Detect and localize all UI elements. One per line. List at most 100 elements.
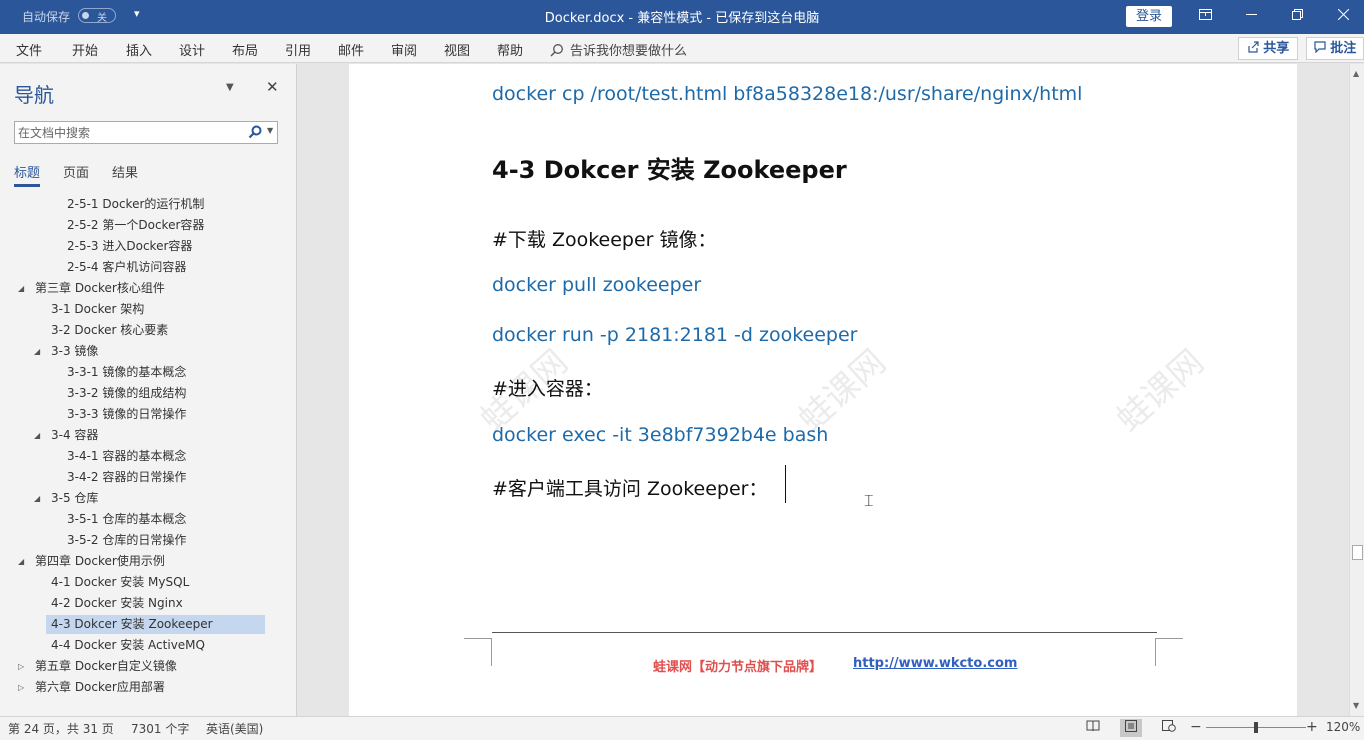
tab-view[interactable]: 视图 (444, 40, 470, 59)
collapse-triangle-icon[interactable]: ◢ (18, 552, 24, 571)
scrollbar-thumb[interactable] (1352, 545, 1363, 560)
zoom-level[interactable]: 120% (1326, 720, 1360, 734)
search-icon[interactable] (248, 125, 262, 142)
word-count[interactable]: 7301 个字 (131, 720, 189, 737)
command-docker-cp[interactable]: docker cp /root/test.html bf8a58328e18:/… (492, 83, 1082, 105)
nav-heading-item[interactable]: 3-3-1 镜像的基本概念 (67, 363, 186, 382)
nav-heading-label: 2-5-3 进入Docker容器 (67, 239, 193, 253)
nav-heading-item[interactable]: 2-5-2 第一个Docker容器 (67, 216, 204, 235)
footer-margin-mark-right (1155, 638, 1183, 666)
nav-heading-label: 3-3-2 镜像的组成结构 (67, 386, 187, 400)
nav-heading-item[interactable]: 第三章 Docker核心组件 (35, 279, 165, 298)
nav-heading-label: 3-1 Docker 架构 (51, 302, 145, 316)
document-page[interactable]: docker cp /root/test.html bf8a58328e18:/… (349, 64, 1297, 716)
nav-heading-item[interactable]: 4-2 Docker 安装 Nginx (51, 594, 183, 613)
nav-heading-label: 2-5-4 客户机访问容器 (67, 260, 187, 274)
tell-me-box[interactable]: 告诉我你想要做什么 (550, 40, 687, 59)
ibeam-cursor-icon: ⌶ (864, 491, 874, 510)
read-mode-icon[interactable] (1082, 719, 1104, 737)
nav-heading-label: 3-5-1 仓库的基本概念 (67, 512, 187, 526)
nav-heading-item[interactable]: 3-3-2 镜像的组成结构 (67, 384, 186, 403)
tab-help[interactable]: 帮助 (497, 40, 523, 59)
minimize-icon[interactable] (1228, 0, 1274, 32)
ribbon-tab-bar: 文件 开始 插入 设计 布局 引用 邮件 审阅 视图 帮助 告诉我你想要做什么 … (0, 34, 1364, 63)
active-tab-indicator (14, 184, 40, 187)
command-docker-pull[interactable]: docker pull zookeeper (492, 274, 701, 296)
footer-link[interactable]: http://www.wkcto.com (853, 656, 1017, 671)
nav-heading-item[interactable]: 3-5 仓库 (51, 489, 98, 508)
nav-heading-item[interactable]: 4-4 Docker 安装 ActiveMQ (51, 636, 205, 655)
tab-layout[interactable]: 布局 (232, 40, 258, 59)
section-heading[interactable]: 4-3 Dokcer 安装 Zookeeper (492, 150, 847, 185)
scroll-down-icon[interactable]: ▼ (1353, 701, 1359, 710)
nav-heading-item[interactable]: 3-4 容器 (51, 426, 98, 445)
nav-tab-headings[interactable]: 标题 (14, 162, 40, 181)
zoom-slider-thumb[interactable] (1254, 722, 1258, 733)
nav-heading-item[interactable]: 2-5-1 Docker的运行机制 (67, 195, 204, 214)
collapse-triangle-icon[interactable]: ◢ (34, 342, 40, 361)
nav-search-input[interactable] (15, 122, 235, 143)
tab-file[interactable]: 文件 (16, 40, 42, 59)
collapse-triangle-icon[interactable]: ◢ (18, 279, 24, 298)
nav-heading-item[interactable]: 3-3-3 镜像的日常操作 (67, 405, 186, 424)
tab-mailings[interactable]: 邮件 (338, 40, 364, 59)
nav-heading-label: 第五章 Docker自定义镜像 (35, 659, 177, 673)
nav-heading-item[interactable]: 第四章 Docker使用示例 (35, 552, 165, 571)
nav-heading-label: 4-2 Docker 安装 Nginx (51, 596, 183, 610)
language-indicator[interactable]: 英语(美国) (206, 720, 263, 737)
web-layout-icon[interactable] (1158, 719, 1180, 737)
search-options-chevron-down-icon[interactable]: ▼ (267, 126, 273, 135)
nav-heading-item[interactable]: 4-1 Docker 安装 MySQL (51, 573, 189, 592)
share-button[interactable]: 共享 (1238, 37, 1298, 60)
nav-heading-label: 2-5-1 Docker的运行机制 (67, 197, 205, 211)
tab-insert[interactable]: 插入 (126, 40, 152, 59)
note-client-access[interactable]: #客户端工具访问 Zookeeper： (492, 474, 768, 501)
tell-me-text: 告诉我你想要做什么 (570, 44, 688, 59)
nav-heading-item[interactable]: 3-4-1 容器的基本概念 (67, 447, 186, 466)
tab-references[interactable]: 引用 (285, 40, 311, 59)
comments-button[interactable]: 批注 (1306, 37, 1364, 60)
nav-heading-label: 2-5-2 第一个Docker容器 (67, 218, 205, 232)
nav-tab-results[interactable]: 结果 (112, 162, 138, 181)
tab-home[interactable]: 开始 (72, 40, 98, 59)
nav-heading-item[interactable]: 3-5-2 仓库的日常操作 (67, 531, 186, 550)
tab-design[interactable]: 设计 (179, 40, 205, 59)
document-area[interactable]: docker cp /root/test.html bf8a58328e18:/… (298, 64, 1349, 716)
scroll-up-icon[interactable]: ▲ (1353, 69, 1359, 78)
nav-heading-item-selected[interactable]: 4-3 Dokcer 安装 Zookeeper (46, 615, 265, 634)
zoom-out-icon[interactable]: − (1190, 719, 1202, 735)
tab-review[interactable]: 审阅 (391, 40, 417, 59)
nav-close-icon[interactable]: ✕ (266, 78, 279, 96)
note-download-image[interactable]: #下载 Zookeeper 镜像： (492, 225, 717, 252)
expand-triangle-icon[interactable]: ▷ (18, 678, 24, 697)
nav-heading-item[interactable]: 3-5-1 仓库的基本概念 (67, 510, 186, 529)
nav-heading-label: 4-1 Docker 安装 MySQL (51, 575, 190, 589)
navigation-pane: 导航 ▼ ✕ ▼ 标题 页面 结果 2-5-1 Docker的运行机制 2-5-2… (0, 64, 297, 716)
close-icon[interactable] (1320, 0, 1364, 32)
restore-icon[interactable] (1274, 0, 1320, 32)
zoom-in-icon[interactable]: + (1306, 719, 1318, 735)
share-icon (1248, 41, 1259, 53)
nav-heading-label: 3-3-1 镜像的基本概念 (67, 365, 187, 379)
nav-heading-item[interactable]: 3-1 Docker 架构 (51, 300, 144, 319)
collapse-triangle-icon[interactable]: ◢ (34, 489, 40, 508)
nav-heading-item[interactable]: 第六章 Docker应用部署 (35, 678, 165, 697)
nav-heading-item[interactable]: 2-5-3 进入Docker容器 (67, 237, 192, 256)
nav-tab-pages[interactable]: 页面 (63, 162, 89, 181)
nav-heading-label: 3-5-2 仓库的日常操作 (67, 533, 187, 547)
page-count[interactable]: 第 24 页，共 31 页 (8, 720, 114, 737)
command-docker-exec[interactable]: docker exec -it 3e8bf7392b4e bash (492, 424, 828, 446)
ribbon-display-options-icon[interactable] (1182, 0, 1228, 32)
nav-options-chevron-down-icon[interactable]: ▼ (226, 82, 234, 93)
collapse-triangle-icon[interactable]: ◢ (34, 426, 40, 445)
nav-heading-label: 3-4 容器 (51, 428, 99, 442)
login-button[interactable]: 登录 (1126, 6, 1172, 27)
vertical-scrollbar[interactable]: ▲ ▼ (1349, 64, 1364, 716)
nav-heading-item[interactable]: 第五章 Docker自定义镜像 (35, 657, 177, 676)
expand-triangle-icon[interactable]: ▷ (18, 657, 24, 676)
nav-heading-item[interactable]: 3-2 Docker 核心要素 (51, 321, 168, 340)
print-layout-icon[interactable] (1120, 719, 1142, 737)
nav-heading-item[interactable]: 2-5-4 客户机访问容器 (67, 258, 186, 277)
nav-heading-item[interactable]: 3-3 镜像 (51, 342, 98, 361)
nav-heading-item[interactable]: 3-4-2 容器的日常操作 (67, 468, 186, 487)
